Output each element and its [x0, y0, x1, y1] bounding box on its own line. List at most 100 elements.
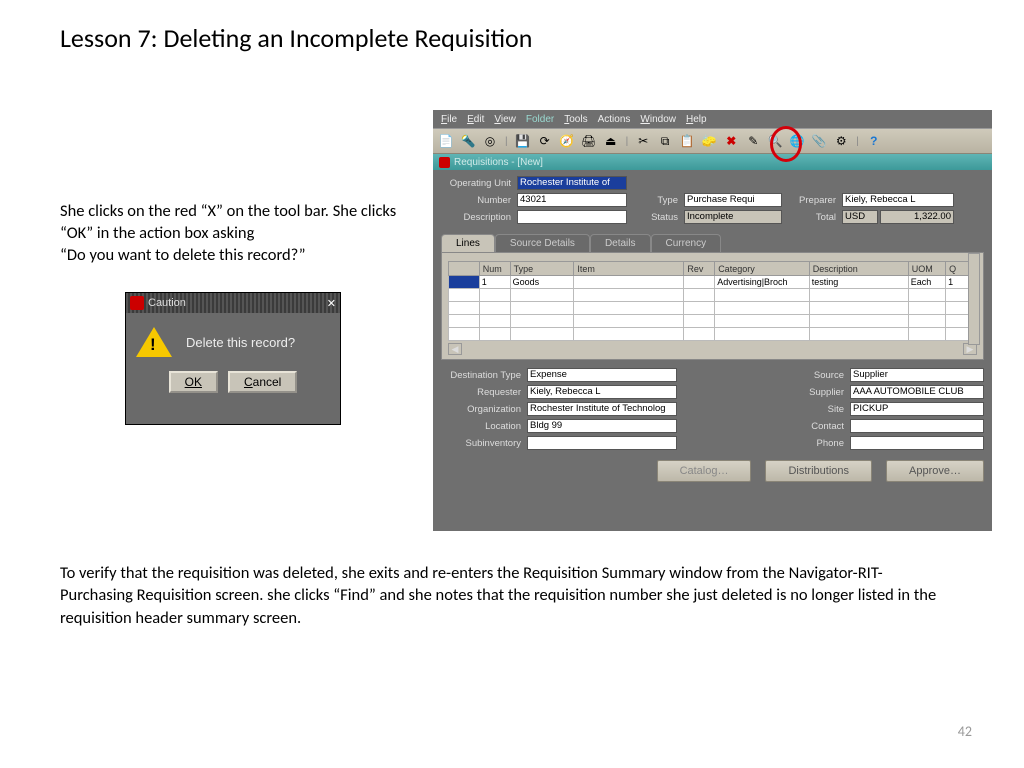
field-contact[interactable]: [850, 419, 984, 433]
menu-folder[interactable]: Folder: [526, 114, 554, 125]
field-destination-type[interactable]: Expense: [527, 368, 677, 382]
menubar: File Edit View Folder Tools Actions Wind…: [433, 110, 992, 128]
cell-category[interactable]: Advertising|Broch: [715, 276, 810, 289]
col-description: Description: [809, 262, 908, 276]
label-supplier: Supplier: [794, 387, 844, 398]
tab-details[interactable]: Details: [590, 234, 651, 252]
tab-source-details[interactable]: Source Details: [495, 234, 590, 252]
close-form-icon[interactable]: ⏏: [602, 132, 620, 150]
field-description[interactable]: [517, 210, 627, 224]
field-phone[interactable]: [850, 436, 984, 450]
menu-view[interactable]: View: [494, 114, 516, 125]
intro-line-1: She clicks on the red “X” on the tool ba…: [60, 200, 396, 222]
print-icon[interactable]: 🖨: [580, 132, 598, 150]
edit-icon[interactable]: ✎: [744, 132, 762, 150]
close-icon[interactable]: ✕: [327, 297, 336, 310]
field-requester[interactable]: Kiely, Rebecca L: [527, 385, 677, 399]
copy-icon[interactable]: ⧉: [656, 132, 674, 150]
save-icon[interactable]: 💾: [514, 132, 532, 150]
help-icon[interactable]: ?: [865, 132, 883, 150]
table-row[interactable]: [449, 289, 977, 302]
catalog-button[interactable]: Catalog…: [657, 460, 752, 482]
oracle-logo-icon: [130, 296, 144, 310]
new-icon[interactable]: 📄: [437, 132, 455, 150]
menu-edit[interactable]: Edit: [467, 114, 484, 125]
lines-grid-panel: Num Type Item Rev Category Description U…: [441, 252, 984, 360]
label-source: Source: [794, 370, 844, 381]
find-icon[interactable]: 🔦: [459, 132, 477, 150]
menu-window[interactable]: Window: [640, 114, 676, 125]
field-location[interactable]: Bldg 99: [527, 419, 677, 433]
warning-icon: [136, 327, 172, 357]
label-type: Type: [633, 195, 678, 206]
grid-vertical-scrollbar[interactable]: [968, 253, 980, 345]
delete-icon[interactable]: ✖: [722, 132, 740, 150]
attach-icon[interactable]: 📎: [810, 132, 828, 150]
cut-icon[interactable]: ✂: [634, 132, 652, 150]
col-type: Type: [510, 262, 574, 276]
table-row[interactable]: [449, 328, 977, 341]
distributions-button[interactable]: Distributions: [765, 460, 872, 482]
table-row[interactable]: [449, 302, 977, 315]
switch-icon[interactable]: 🧭: [558, 132, 576, 150]
oracle-app-window: File Edit View Folder Tools Actions Wind…: [433, 110, 992, 531]
label-site: Site: [794, 404, 844, 415]
label-destination-type: Destination Type: [441, 370, 521, 381]
clear-icon[interactable]: 🧽: [700, 132, 718, 150]
col-uom: UOM: [908, 262, 945, 276]
menu-help[interactable]: Help: [686, 114, 707, 125]
cell-uom[interactable]: Each: [908, 276, 945, 289]
verify-paragraph: To verify that the requisition was delet…: [60, 562, 940, 629]
col-num: Num: [479, 262, 510, 276]
field-source[interactable]: Supplier: [850, 368, 984, 382]
subwindow-title: Requisitions - [New]: [454, 157, 543, 168]
label-organization: Organization: [441, 404, 521, 415]
label-requester: Requester: [441, 387, 521, 398]
tab-currency[interactable]: Currency: [651, 234, 722, 252]
field-total-currency: USD: [842, 210, 878, 224]
paste-icon[interactable]: 📋: [678, 132, 696, 150]
table-row[interactable]: [449, 315, 977, 328]
tab-lines[interactable]: Lines: [441, 234, 495, 252]
field-status: Incomplete: [684, 210, 782, 224]
translate-icon[interactable]: 🌐: [788, 132, 806, 150]
label-subinventory: Subinventory: [441, 438, 521, 449]
field-site[interactable]: PICKUP: [850, 402, 984, 416]
label-preparer: Preparer: [788, 195, 836, 206]
cancel-button[interactable]: Cancel: [228, 371, 297, 393]
caution-titlebar: Caution ✕: [126, 293, 340, 313]
field-subinventory[interactable]: [527, 436, 677, 450]
label-status: Status: [633, 212, 678, 223]
col-rev: Rev: [684, 262, 715, 276]
caution-message: Delete this record?: [186, 335, 295, 350]
page-number: 42: [958, 723, 972, 740]
page-title: Lesson 7: Deleting an Incomplete Requisi…: [60, 22, 532, 54]
cell-rev[interactable]: [684, 276, 715, 289]
field-preparer[interactable]: Kiely, Rebecca L: [842, 193, 954, 207]
menu-tools[interactable]: Tools: [564, 114, 587, 125]
label-contact: Contact: [794, 421, 844, 432]
approve-button[interactable]: Approve…: [886, 460, 984, 482]
field-organization[interactable]: Rochester Institute of Technolog: [527, 402, 677, 416]
cell-type[interactable]: Goods: [510, 276, 574, 289]
cell-item[interactable]: [574, 276, 684, 289]
nav-icon[interactable]: ◎: [481, 132, 499, 150]
menu-file[interactable]: File: [441, 114, 457, 125]
field-number[interactable]: 43021: [517, 193, 627, 207]
scroll-left-icon[interactable]: ◀: [448, 343, 462, 355]
tools-icon[interactable]: ⚙: [832, 132, 850, 150]
col-item: Item: [574, 262, 684, 276]
field-supplier[interactable]: AAA AUTOMOBILE CLUB: [850, 385, 984, 399]
field-operating-unit[interactable]: Rochester Institute of: [517, 176, 627, 190]
label-operating-unit: Operating Unit: [441, 178, 511, 189]
field-type[interactable]: Purchase Requi: [684, 193, 782, 207]
table-row[interactable]: 1 Goods Advertising|Broch testing Each 1: [449, 276, 977, 289]
menu-actions[interactable]: Actions: [598, 114, 631, 125]
cell-num[interactable]: 1: [479, 276, 510, 289]
oracle-logo-icon: [439, 157, 450, 168]
zoom-icon[interactable]: 🔍: [766, 132, 784, 150]
ok-button[interactable]: OK: [169, 371, 218, 393]
cell-description[interactable]: testing: [809, 276, 908, 289]
field-total-amount: 1,322.00: [880, 210, 954, 224]
step-icon[interactable]: ⟳: [536, 132, 554, 150]
